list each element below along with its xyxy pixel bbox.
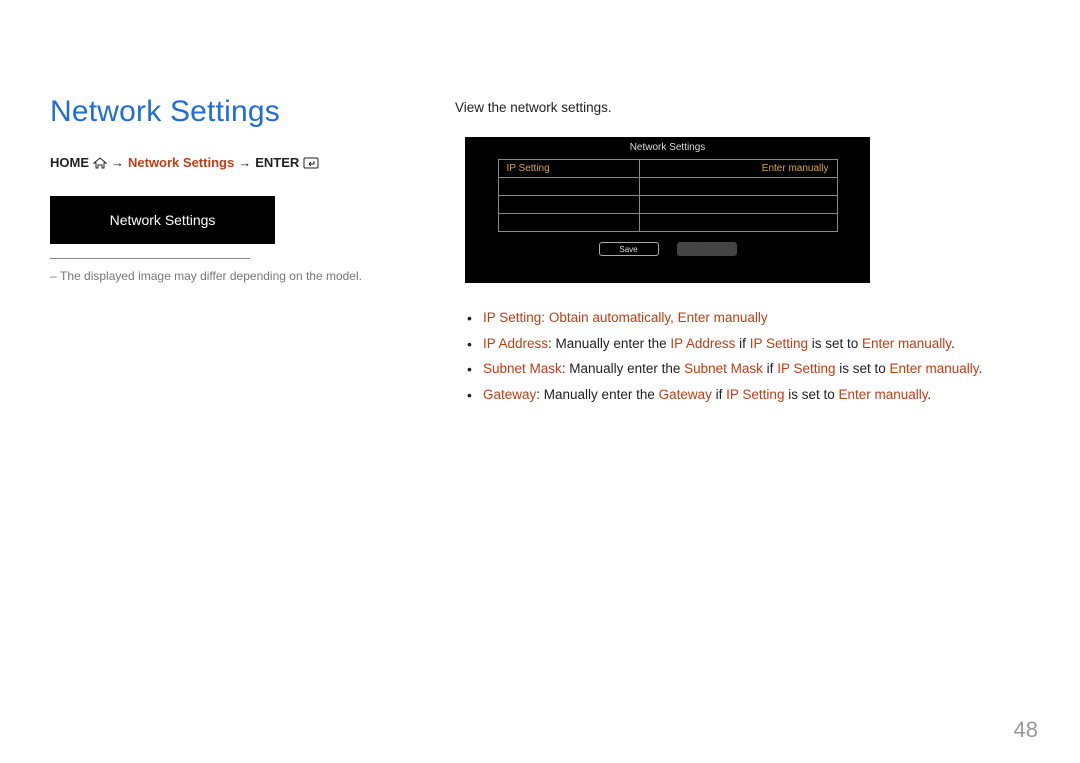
osd-close-button: Close — [677, 242, 737, 256]
term-subnet-mask: Subnet Mask — [483, 361, 562, 376]
description-list: IP Setting: Obtain automatically, Enter … — [465, 307, 1015, 405]
page-title: Network Settings — [50, 95, 430, 129]
list-item: Subnet Mask: Manually enter the Subnet M… — [465, 358, 1015, 380]
table-row — [498, 196, 837, 214]
term-ip-setting: IP Setting — [483, 310, 541, 325]
term-gateway: Gateway — [483, 387, 536, 402]
home-icon — [93, 157, 107, 169]
breadcrumb-item: Network Settings — [128, 155, 234, 170]
osd-screenshot: Network Settings IP Setting Enter manual… — [465, 137, 870, 283]
breadcrumb-home: HOME — [50, 155, 89, 170]
osd-table: IP Setting Enter manually — [498, 159, 838, 232]
arrow-icon: → — [111, 155, 124, 170]
footnote: The displayed image may differ depending… — [50, 269, 430, 283]
breadcrumb-enter: ENTER — [255, 155, 299, 170]
osd-title: Network Settings — [466, 138, 869, 159]
left-column: Network Settings HOME → Network Settings… — [50, 95, 430, 283]
menu-tile-network-settings: Network Settings — [50, 196, 275, 244]
manual-page: Network Settings HOME → Network Settings… — [0, 0, 1080, 763]
breadcrumb: HOME → Network Settings → ENTER — [50, 155, 430, 170]
osd-row-label: IP Setting — [498, 160, 640, 178]
right-column: View the network settings. Network Setti… — [455, 100, 1015, 409]
enter-icon — [303, 157, 321, 169]
list-item: IP Address: Manually enter the IP Addres… — [465, 333, 1015, 355]
term-ip-address: IP Address — [483, 336, 548, 351]
intro-text: View the network settings. — [455, 100, 1015, 115]
list-item: Gateway: Manually enter the Gateway if I… — [465, 384, 1015, 406]
osd-save-button: Save — [599, 242, 659, 256]
table-row — [498, 178, 837, 196]
table-row: IP Setting Enter manually — [498, 160, 837, 178]
list-item: IP Setting: Obtain automatically, Enter … — [465, 307, 1015, 329]
divider — [50, 258, 250, 259]
osd-row-value: Enter manually — [640, 160, 837, 178]
table-row — [498, 214, 837, 232]
osd-button-row: Save Close — [466, 242, 869, 256]
menu-tile-label: Network Settings — [110, 212, 216, 228]
page-number: 48 — [1014, 717, 1038, 743]
arrow-icon: → — [238, 155, 251, 170]
